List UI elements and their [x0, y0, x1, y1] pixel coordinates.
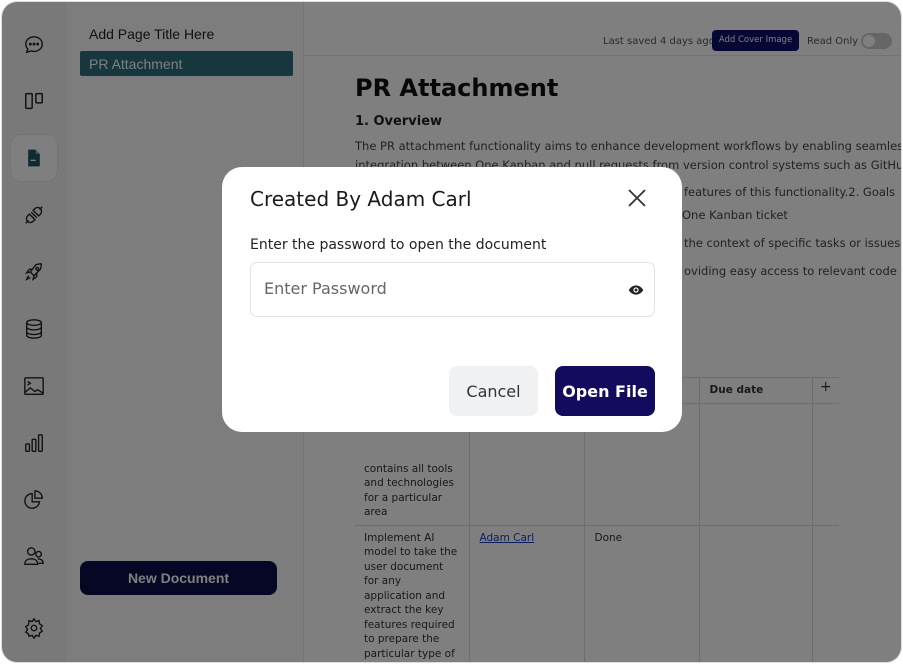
eye-icon[interactable]	[628, 282, 644, 302]
dialog-title: Created By Adam Carl	[250, 187, 472, 211]
open-file-button[interactable]: Open File	[555, 366, 655, 416]
password-label: Enter the password to open the document	[250, 237, 547, 253]
password-field-wrapper	[250, 262, 655, 317]
password-input[interactable]	[264, 279, 604, 298]
cancel-button[interactable]: Cancel	[449, 366, 538, 416]
close-icon[interactable]	[626, 187, 648, 209]
password-dialog: Created By Adam Carl Enter the password …	[222, 167, 682, 432]
